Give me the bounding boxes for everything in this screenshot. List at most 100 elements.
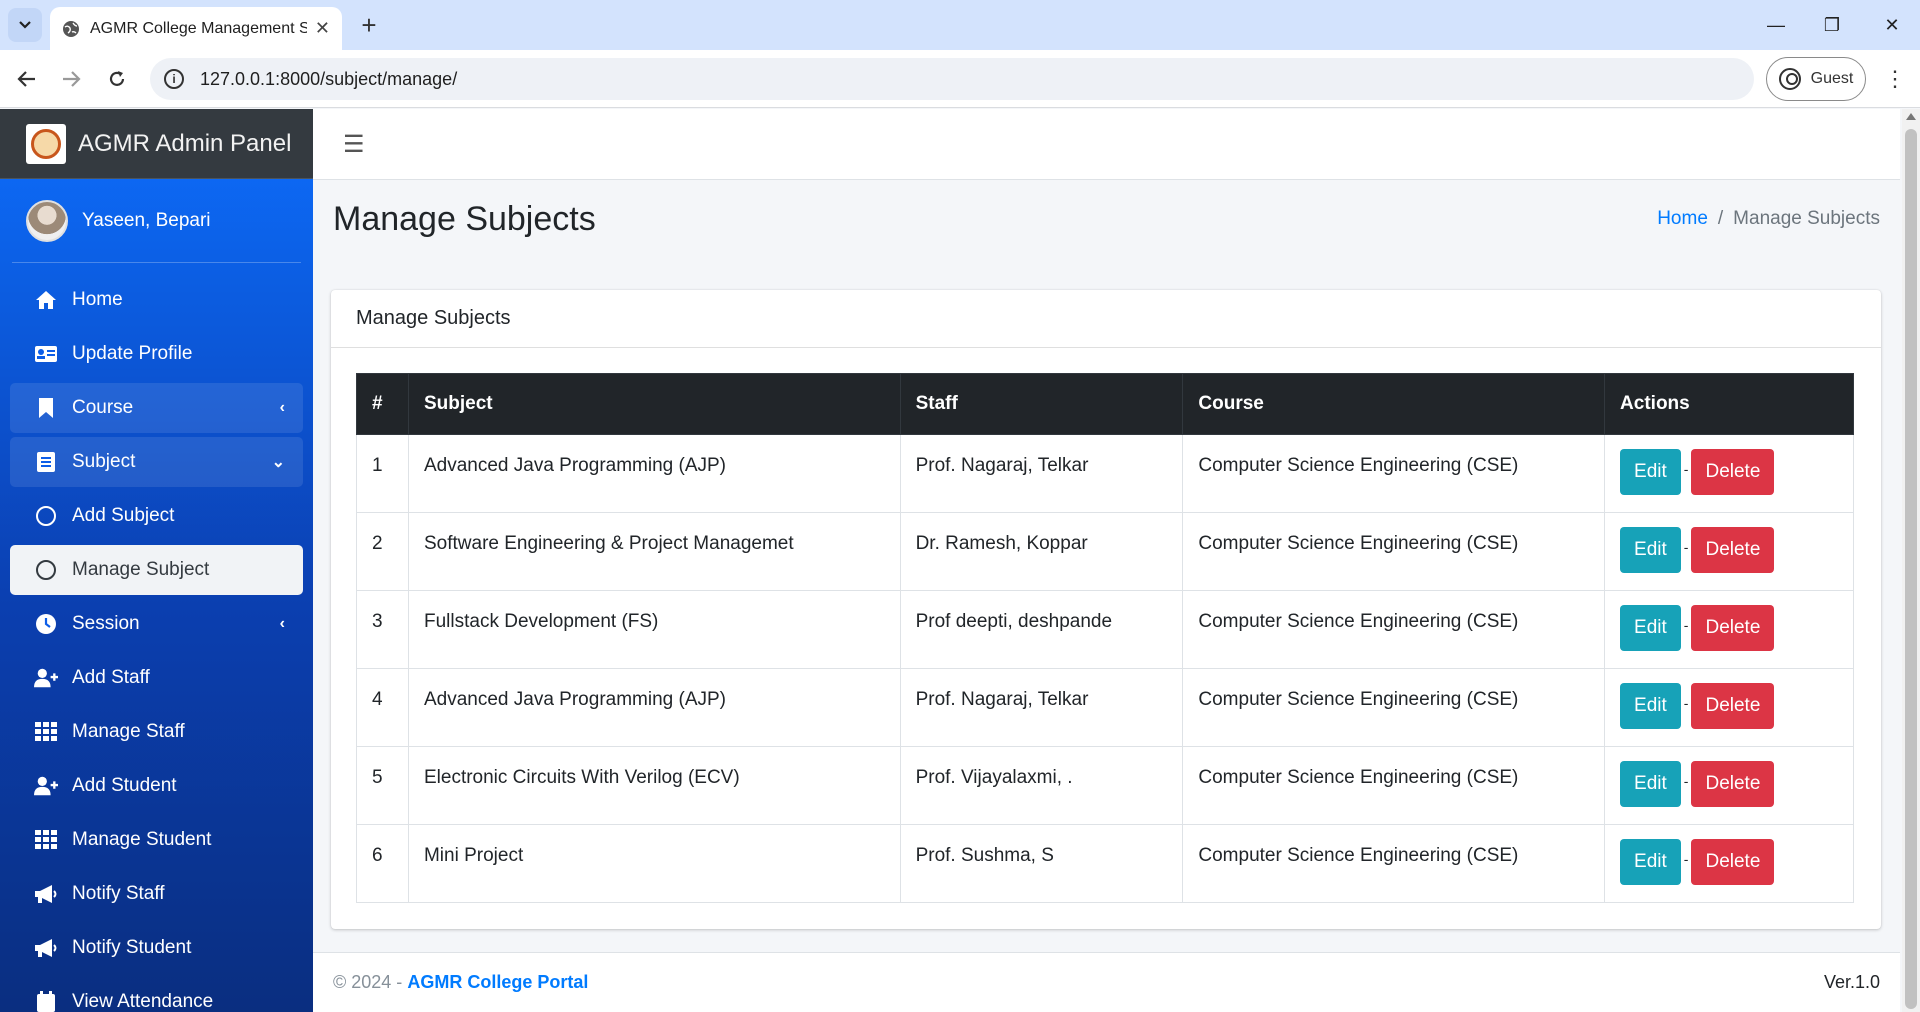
cell-actions: Edit - Delete [1604,668,1854,747]
cell-subject: Mini Project [407,824,901,903]
avatar [26,199,68,242]
cell-staff: Dr. Ramesh, Koppar [899,512,1184,591]
new-tab-button[interactable]: + [352,8,386,42]
address-bar[interactable]: i 127.0.0.1:8000/subject/manage/ [150,58,1754,100]
back-button[interactable] [8,60,46,98]
sidebar-item-add-student[interactable]: Add Student [10,761,303,811]
menu-kebab-icon[interactable]: ⋮ [1880,60,1910,98]
cell-course: Computer Science Engineering (CSE) [1182,824,1606,903]
sidebar-item-label: Add Subject [72,505,175,526]
footer-portal-link[interactable]: AGMR College Portal [407,972,588,993]
person-icon [1778,68,1801,90]
footer: © 2024 - AGMR College Portal Ver.1.0 [313,952,1900,1012]
action-separator: - [1683,539,1689,555]
cell-subject: Fullstack Development (FS) [407,590,901,669]
cell-staff: Prof deepti, deshpande [899,590,1184,669]
scroll-up-arrow-icon[interactable] [1906,113,1916,120]
forward-button[interactable] [52,60,90,98]
tab-search-button[interactable] [8,8,42,42]
list-icon [34,450,58,474]
sidebar-item-label: Course [72,397,134,418]
sidebar-item-label: Add Staff [72,667,150,688]
sidebar-item-home[interactable]: Home [10,275,303,325]
delete-button[interactable]: Delete [1691,449,1775,495]
sidebar-item-manage-subject[interactable]: Manage Subject [10,545,303,595]
page-scrollbar[interactable] [1902,109,1920,1012]
cell-actions: Edit - Delete [1604,434,1854,513]
edit-button[interactable]: Edit [1620,449,1681,495]
minimize-button[interactable]: — [1748,0,1804,50]
cell-staff: Prof. Nagaraj, Telkar [899,668,1184,747]
sidebar-item-subject[interactable]: Subject ⌄ [10,437,303,487]
user-panel[interactable]: Yaseen, Bepari [12,179,301,263]
reload-icon [109,71,125,86]
cell-staff: Prof. Vijayalaxmi, . [899,746,1184,825]
column-header-course: Course [1182,373,1606,435]
college-logo [26,123,66,164]
sidebar-item-label: Home [72,289,123,310]
sidebar-item-label: Manage Subject [72,559,210,580]
column-header-subject: Subject [407,373,901,435]
sidebar-item-manage-student[interactable]: Manage Student [10,815,303,865]
id-card-icon [34,342,58,366]
hamburger-menu-icon[interactable]: ☰ [343,130,365,159]
delete-button[interactable]: Delete [1691,527,1775,573]
sidebar-item-course[interactable]: Course ‹ [10,383,303,433]
chevron-left-icon: ‹ [279,615,285,632]
browser-tab[interactable]: AGMR College Management Sy ✕ [50,7,342,50]
brand-link[interactable]: AGMR Admin Panel [0,109,313,179]
reload-button[interactable] [98,60,136,98]
cell-subject: Advanced Java Programming (AJP) [407,668,901,747]
delete-button[interactable]: Delete [1691,683,1775,729]
sidebar-item-add-staff[interactable]: Add Staff [10,653,303,703]
breadcrumb: Home / Manage Subjects [1657,208,1880,230]
url-text: 127.0.0.1:8000/subject/manage/ [200,68,458,89]
cell-actions: Edit - Delete [1604,746,1854,825]
cell-number: 5 [356,746,409,825]
site-info-icon[interactable]: i [164,69,184,89]
sidebar-item-label: Manage Staff [72,721,185,742]
cell-number: 6 [356,824,409,903]
cell-actions: Edit - Delete [1604,824,1854,903]
edit-button[interactable]: Edit [1620,761,1681,807]
sidebar-item-notify-staff[interactable]: Notify Staff [10,869,303,919]
profile-button[interactable]: Guest [1766,57,1866,101]
sidebar-item-notify-student[interactable]: Notify Student [10,923,303,973]
megaphone-icon [34,882,58,906]
column-header-staff: Staff [899,373,1184,435]
edit-button[interactable]: Edit [1620,527,1681,573]
table-row: 6 Mini Project Prof. Sushma, S Computer … [356,824,1854,903]
cell-subject: Software Engineering & Project Managemet [407,512,901,591]
action-separator: - [1683,851,1689,867]
chevron-down-icon [19,21,31,29]
edit-button[interactable]: Edit [1620,605,1681,651]
user-name: Yaseen, Bepari [82,209,211,231]
sidebar-item-manage-staff[interactable]: Manage Staff [10,707,303,757]
window-close-button[interactable]: ✕ [1864,0,1920,50]
action-separator: - [1683,461,1689,477]
scrollbar-thumb[interactable] [1905,129,1917,1009]
cell-number: 1 [356,434,409,513]
sidebar-item-add-subject[interactable]: Add Subject [10,491,303,541]
tab-title: AGMR College Management Sy [90,19,307,37]
clock-icon [34,612,58,636]
action-separator: - [1683,617,1689,633]
breadcrumb-home-link[interactable]: Home [1657,208,1708,229]
brand-text: AGMR Admin Panel [78,129,292,157]
delete-button[interactable]: Delete [1691,839,1775,885]
cell-course: Computer Science Engineering (CSE) [1182,590,1606,669]
sidebar-item-view-attendance[interactable]: View Attendance [10,977,303,1012]
tab-close-icon[interactable]: ✕ [315,18,330,39]
sidebar-item-session[interactable]: Session ‹ [10,599,303,649]
sidebar-item-label: Session [72,613,140,634]
cell-subject: Advanced Java Programming (AJP) [407,434,901,513]
edit-button[interactable]: Edit [1620,839,1681,885]
chevron-down-icon: ⌄ [271,454,285,471]
megaphone-icon [34,936,58,960]
sidebar-item-update-profile[interactable]: Update Profile [10,329,303,379]
delete-button[interactable]: Delete [1691,605,1775,651]
restore-button[interactable]: ❐ [1804,0,1860,50]
delete-button[interactable]: Delete [1691,761,1775,807]
sidebar-item-label: Update Profile [72,343,193,364]
edit-button[interactable]: Edit [1620,683,1681,729]
